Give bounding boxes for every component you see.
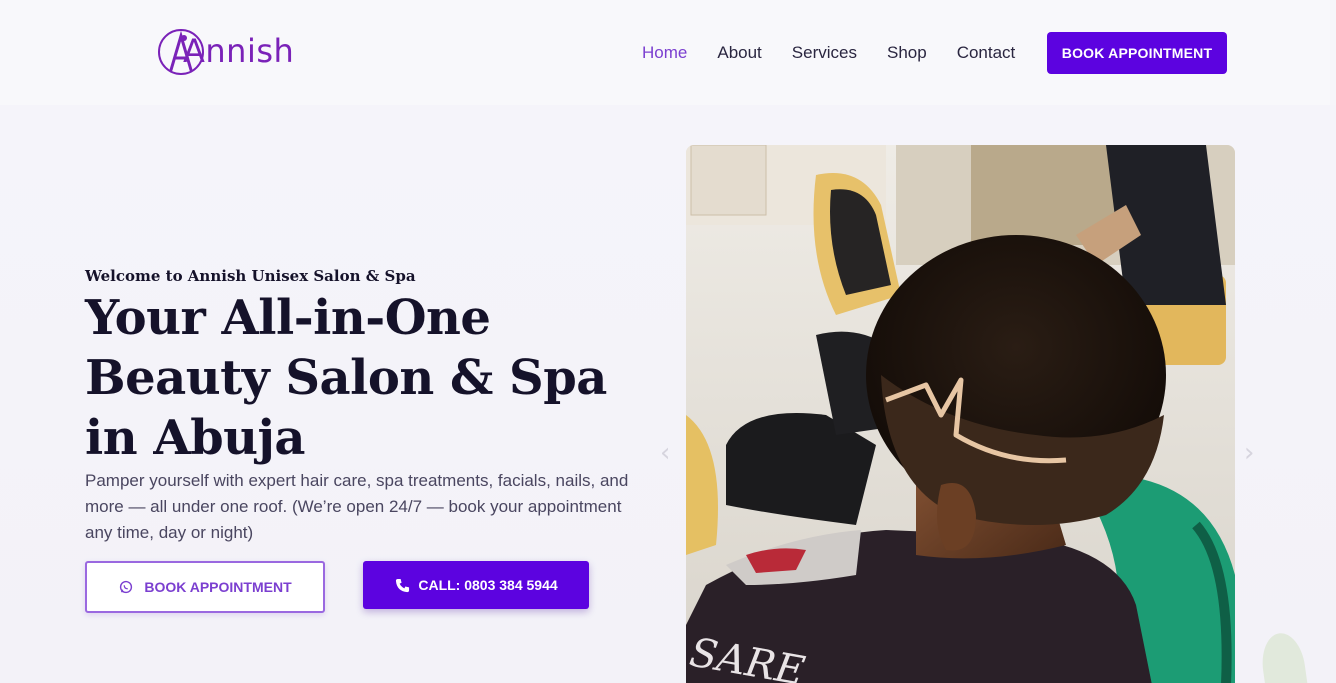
hero-description: Pamper yourself with expert hair care, s… [85, 471, 629, 542]
phone-icon [394, 577, 410, 593]
brand-name: Annish [183, 32, 295, 70]
hero-photo: SARE [686, 145, 1235, 683]
whatsapp-icon [118, 579, 134, 595]
chevron-left-icon[interactable]: ‹ [660, 438, 670, 468]
nav-contact[interactable]: Contact [957, 43, 1016, 63]
hero-section: Welcome to Annish Unisex Salon & Spa You… [0, 105, 1336, 683]
hero-book-appointment-button[interactable]: BOOK APPOINTMENT [85, 561, 325, 613]
hero-call-button[interactable]: CALL: 0803 384 5944 [363, 561, 589, 609]
nav-about[interactable]: About [717, 43, 761, 63]
main-nav: Home About Services Shop Contact [642, 43, 1045, 63]
chevron-right-icon[interactable]: › [1244, 438, 1254, 468]
brand-logo[interactable]: Annish [157, 26, 294, 80]
nav-services[interactable]: Services [792, 43, 857, 63]
hero-book-label: BOOK APPOINTMENT [144, 579, 292, 595]
decorative-leaf [1258, 630, 1310, 683]
hero-headline: Your All-in-One Beauty Salon & Spa in Ab… [85, 290, 607, 466]
header-book-appointment-button[interactable]: BOOK APPOINTMENT [1047, 32, 1227, 74]
nav-shop[interactable]: Shop [887, 43, 927, 63]
hero-eyebrow: Welcome to Annish Unisex Salon & Spa [85, 267, 416, 285]
site-header: Annish Home About Services Shop Contact … [0, 0, 1330, 105]
nav-home[interactable]: Home [642, 43, 687, 63]
barbershop-photo: SARE [686, 145, 1235, 683]
hero-call-label: CALL: 0803 384 5944 [418, 577, 558, 593]
